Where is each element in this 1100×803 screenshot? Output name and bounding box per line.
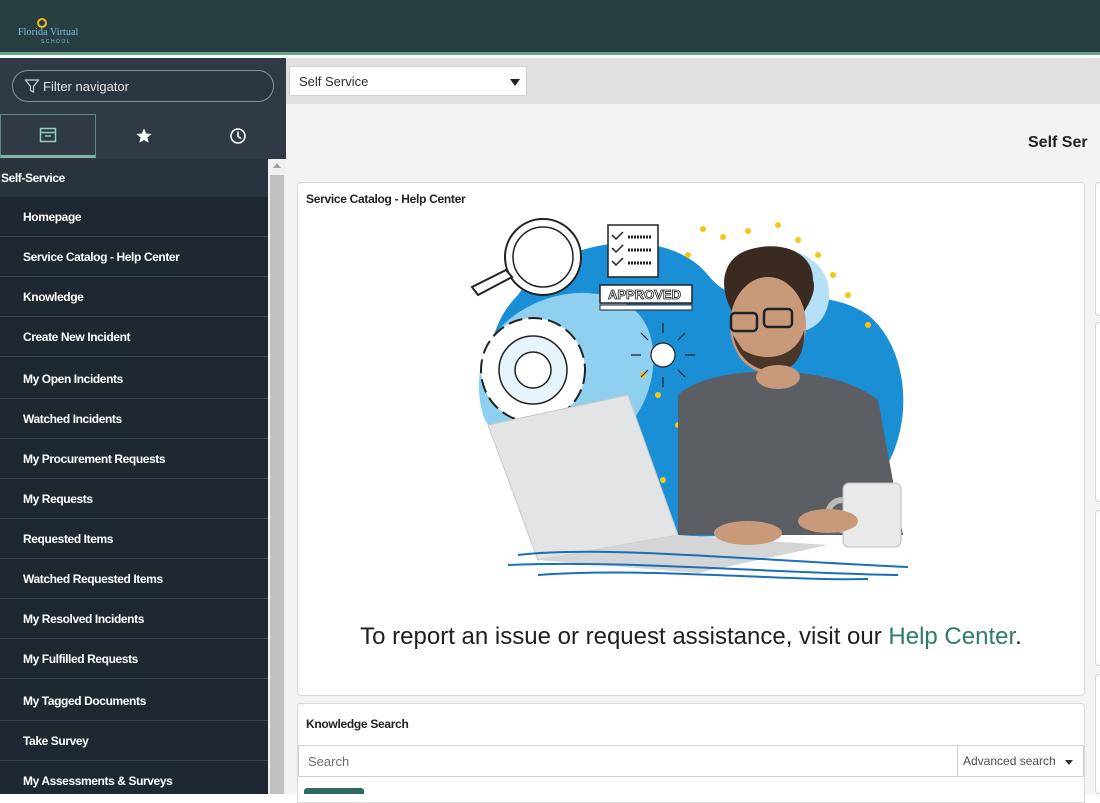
top-header: Florida Virtual SCHOOL [0,0,1100,55]
cta-period: . [1015,623,1022,650]
nav-item-homepage[interactable]: Homepage [0,197,268,237]
knowledge-search-card: Knowledge Search Search Advanced search [297,703,1085,803]
nav-item-my-requests[interactable]: My Requests [0,479,268,519]
nav-item-requested-items[interactable]: Requested Items [0,519,268,559]
clock-icon [230,128,246,144]
nav-item-my-procurement-requests[interactable]: My Procurement Requests [0,439,268,479]
nav-item-watched-incidents[interactable]: Watched Incidents [0,399,268,439]
card-title-service-catalog: Service Catalog - Help Center [306,192,466,206]
main-content: Self Service Self Ser Service Catalog - … [286,58,1100,803]
tab-history[interactable] [190,114,286,158]
nav-item-my-tagged-documents[interactable]: My Tagged Documents [0,681,268,721]
cta-text: To report an issue or request assistance… [360,623,889,650]
homepage-toolbar: Self Service [286,58,1100,104]
right-widget-4 [1095,674,1100,794]
right-widget-1 [1095,182,1100,316]
tab-all-applications[interactable] [0,114,96,158]
self-service-modules: Homepage Service Catalog - Help Center K… [0,197,268,794]
nav-item-my-resolved-incidents[interactable]: My Resolved Incidents [0,599,268,639]
homepage-selector-value: Self Service [299,74,369,89]
logo-sub: SCHOOL [41,39,72,45]
dropdown-caret-icon [510,79,520,86]
help-center-illustration[interactable]: APPROVED [448,215,928,583]
navigator-tabs [0,114,286,158]
nav-item-knowledge[interactable]: Knowledge [0,277,268,317]
right-widget-3 [1095,510,1100,666]
navigator-list: Self-Service Homepage Service Catalog - … [0,159,268,794]
funnel-icon [24,79,40,93]
nav-item-my-assessments-surveys[interactable]: My Assessments & Surveys [0,761,268,801]
page-title: Self Ser [1028,134,1088,151]
section-self-service[interactable]: Self-Service [0,159,268,197]
scrollbar-thumb[interactable] [270,175,284,794]
scroll-up-arrow-icon[interactable] [273,163,281,168]
tab-favorites[interactable] [96,114,192,158]
approved-stamp-text: APPROVED [608,287,681,302]
star-icon [136,128,152,143]
help-center-message: To report an issue or request assistance… [298,623,1084,651]
filter-placeholder: Filter navigator [43,79,129,94]
knowledge-search-input[interactable]: Search Advanced search [298,745,1084,777]
card-title-knowledge-search: Knowledge Search [306,717,409,731]
florida-virtual-school-logo[interactable]: Florida Virtual SCHOOL [18,14,118,48]
search-button[interactable] [304,788,364,794]
archive-icon [39,127,57,143]
nav-item-create-new-incident[interactable]: Create New Incident [0,317,268,357]
filter-navigator-input[interactable]: Filter navigator [12,70,274,102]
homepage-selector[interactable]: Self Service [289,66,527,96]
search-placeholder: Search [308,754,350,769]
application-navigator: Filter navigator Self-Service Homepage S… [0,58,286,794]
advanced-search-caret-icon [1065,760,1073,765]
advanced-search-button[interactable]: Advanced search [957,746,1083,776]
service-catalog-card: Service Catalog - Help Center APPROVED T… [297,182,1085,696]
help-center-link[interactable]: Help Center [888,623,1015,650]
advanced-search-label: Advanced search [963,754,1056,768]
right-widget-2 [1095,322,1100,502]
nav-item-watched-requested-items[interactable]: Watched Requested Items [0,559,268,599]
logo-name: Florida Virtual [18,27,79,38]
navigator-scrollbar[interactable] [268,159,286,794]
nav-item-my-fulfilled-requests[interactable]: My Fulfilled Requests [0,639,268,679]
nav-item-take-survey[interactable]: Take Survey [0,721,268,761]
nav-item-my-open-incidents[interactable]: My Open Incidents [0,359,268,399]
nav-item-service-catalog[interactable]: Service Catalog - Help Center [0,237,268,277]
